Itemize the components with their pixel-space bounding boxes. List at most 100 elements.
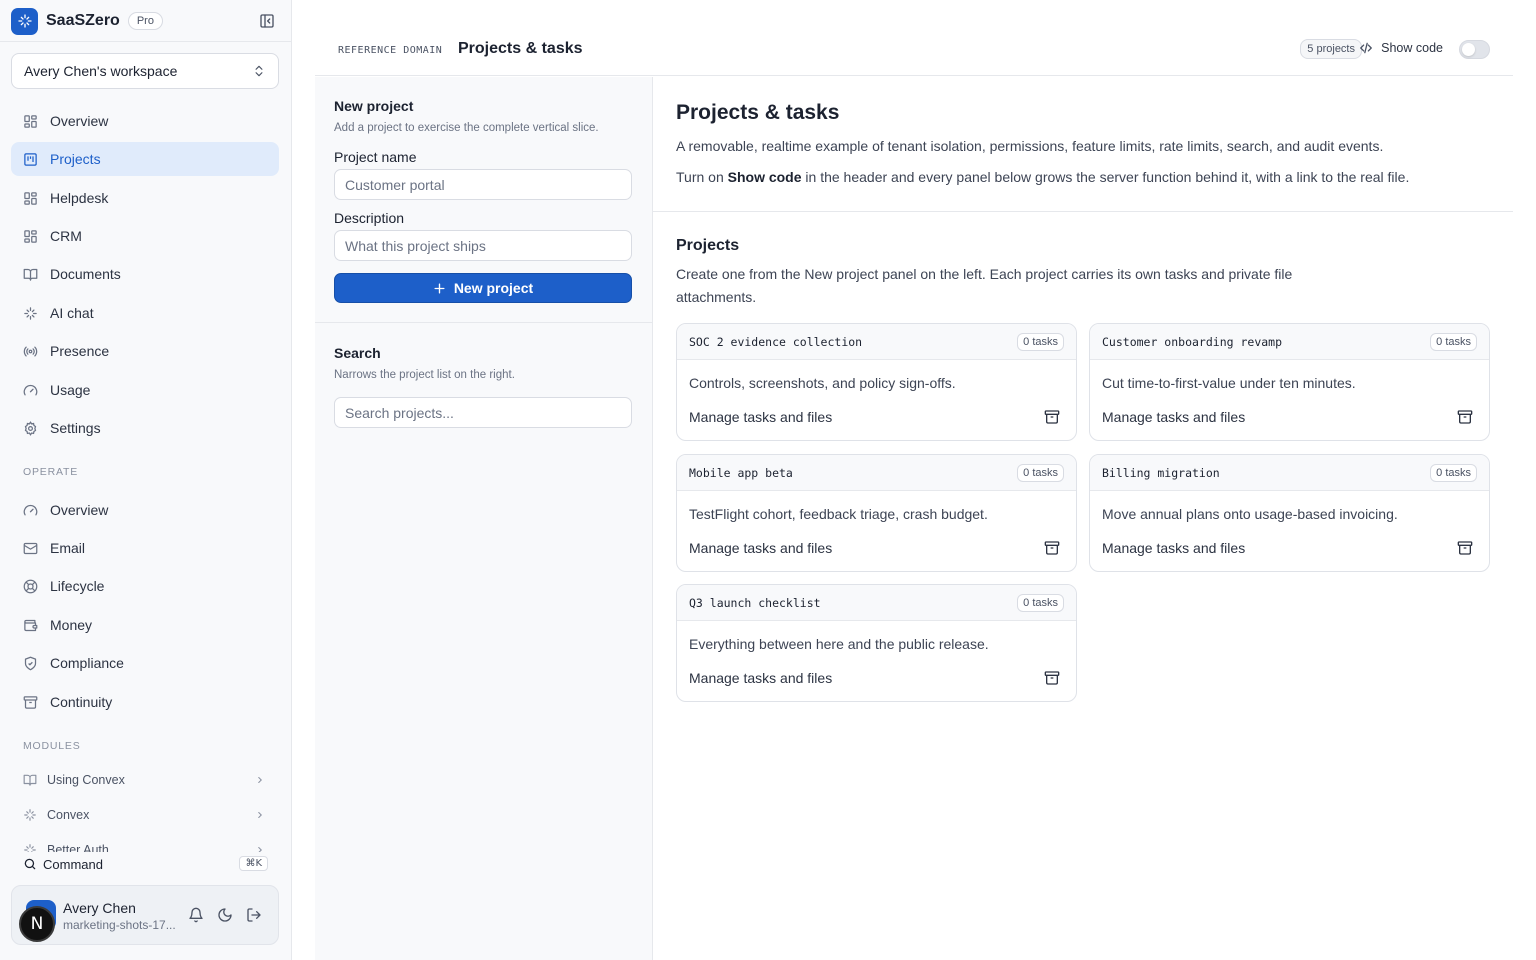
project-card: Mobile app beta 0 tasks TestFlight cohor…	[676, 454, 1077, 572]
project-name: Billing migration	[1102, 466, 1220, 480]
plus-icon	[433, 282, 446, 295]
chevron-right-icon	[255, 810, 265, 820]
main-content: Projects & tasks A removable, realtime e…	[653, 77, 1513, 960]
moon-icon[interactable]	[217, 907, 233, 923]
sidebar-item-usage[interactable]: Usage	[11, 373, 279, 407]
new-project-panel: New project Add a project to exercise th…	[315, 77, 653, 960]
module-item-using-convex[interactable]: Using Convex	[11, 765, 279, 795]
show-code-toggle[interactable]	[1459, 40, 1490, 59]
module-item-convex[interactable]: Convex	[11, 800, 279, 830]
sidebar-item-documents[interactable]: Documents	[11, 257, 279, 291]
sidebar-item-overview[interactable]: Overview	[11, 104, 279, 138]
sparkles-icon	[23, 808, 37, 822]
sidebar-item-money[interactable]: Money	[11, 608, 279, 642]
keyboard-shortcut: ⌘K	[239, 856, 268, 871]
chevron-right-icon	[255, 845, 265, 852]
section-label-operate: OPERATE	[23, 466, 78, 478]
project-name-label: Project name	[334, 149, 417, 165]
project-description: Controls, screenshots, and policy sign-o…	[689, 375, 956, 391]
modules-scroll-area[interactable]: Using Convex Convex Better Auth	[0, 760, 291, 852]
sidebar-item-label: Overview	[50, 113, 109, 129]
sidebar-item-projects[interactable]: Projects	[11, 142, 279, 176]
project-card-header: Billing migration 0 tasks	[1090, 455, 1489, 491]
search-subtitle: Narrows the project list on the right.	[334, 369, 515, 381]
brand[interactable]: SaaSZero Pro	[11, 7, 279, 35]
sparkles-icon	[23, 306, 38, 321]
sidebar-item-label: Presence	[50, 343, 110, 359]
command-label: Command	[43, 856, 103, 872]
project-name-input[interactable]	[334, 169, 632, 200]
radio-icon	[23, 344, 38, 359]
sidebar: SaaSZero Pro Avery Chen's workspace Over…	[0, 0, 292, 960]
task-count-badge: 0 tasks	[1017, 594, 1064, 612]
manage-tasks-link[interactable]: Manage tasks and files	[689, 409, 832, 425]
avatar[interactable]: N	[19, 906, 55, 942]
module-item-label: Using Convex	[47, 773, 125, 787]
project-card-header: Q3 launch checklist 0 tasks	[677, 585, 1076, 621]
sidebar-item-label: AI chat	[50, 305, 94, 321]
manage-tasks-link[interactable]: Manage tasks and files	[1102, 540, 1245, 556]
hint-prefix: Turn on	[676, 169, 728, 185]
workspace-label: Avery Chen's workspace	[24, 63, 178, 79]
sidebar-item-label: Overview	[50, 502, 109, 518]
workspace-switcher[interactable]: Avery Chen's workspace	[11, 53, 279, 89]
sidebar-item-ai-chat[interactable]: AI chat	[11, 296, 279, 330]
new-project-title: New project	[334, 98, 414, 114]
sidebar-item-label: Compliance	[50, 655, 124, 671]
sidebar-item-label: Documents	[50, 266, 121, 282]
divider	[315, 322, 652, 323]
archive-icon[interactable]	[1044, 670, 1060, 686]
task-count-badge: 0 tasks	[1017, 464, 1064, 482]
wallet-icon	[23, 618, 38, 633]
manage-tasks-link[interactable]: Manage tasks and files	[689, 670, 832, 686]
sidebar-item-lifecycle[interactable]: Lifecycle	[11, 569, 279, 603]
module-item-label: Better Auth	[47, 843, 109, 852]
sidebar-item-compliance[interactable]: Compliance	[11, 646, 279, 680]
sidebar-item-continuity[interactable]: Continuity	[11, 685, 279, 719]
project-count-badge: 5 projects	[1300, 39, 1362, 59]
main-description: A removable, realtime example of tenant …	[676, 138, 1384, 154]
manage-tasks-link[interactable]: Manage tasks and files	[689, 540, 832, 556]
sidebar-item-operate-overview[interactable]: Overview	[11, 493, 279, 527]
sidebar-item-presence[interactable]: Presence	[11, 334, 279, 368]
command-palette-button[interactable]: Command ⌘K	[11, 852, 279, 876]
sidebar-item-label: Continuity	[50, 694, 113, 710]
main-title: Projects & tasks	[676, 101, 840, 124]
user-actions	[188, 907, 262, 923]
sparkles-icon	[23, 843, 37, 852]
module-item-better-auth[interactable]: Better Auth	[11, 835, 279, 852]
task-count-badge: 0 tasks	[1017, 333, 1064, 351]
sidebar-item-email[interactable]: Email	[11, 531, 279, 565]
archive-icon	[23, 695, 38, 710]
sidebar-item-crm[interactable]: CRM	[11, 219, 279, 253]
project-card-header: Customer onboarding revamp 0 tasks	[1090, 324, 1489, 360]
show-code-label[interactable]: Show code	[1359, 41, 1443, 55]
description-input[interactable]	[334, 230, 632, 261]
archive-icon[interactable]	[1044, 409, 1060, 425]
new-project-subtitle: Add a project to exercise the complete v…	[334, 122, 599, 134]
logout-icon[interactable]	[246, 907, 262, 923]
project-description: Everything between here and the public r…	[689, 636, 989, 652]
book-icon	[23, 773, 37, 787]
search-title: Search	[334, 345, 381, 361]
archive-icon[interactable]	[1044, 540, 1060, 556]
archive-icon[interactable]	[1457, 409, 1473, 425]
new-project-button[interactable]: New project	[334, 273, 632, 303]
sidebar-item-label: Helpdesk	[50, 190, 109, 206]
hint-suffix: in the header and every panel below grow…	[801, 169, 1410, 185]
sidebar-item-helpdesk[interactable]: Helpdesk	[11, 181, 279, 215]
gauge-icon	[23, 383, 38, 398]
archive-icon[interactable]	[1457, 540, 1473, 556]
sidebar-item-label: Projects	[50, 151, 101, 167]
sidebar-item-label: Settings	[50, 420, 101, 436]
divider	[0, 41, 291, 42]
search-input[interactable]	[334, 397, 632, 428]
sidebar-collapse-icon[interactable]	[259, 13, 275, 29]
user-email: marketing-shots-17...	[63, 918, 176, 932]
book-icon	[23, 267, 38, 282]
grid-icon	[23, 114, 38, 129]
plan-badge: Pro	[127, 12, 163, 30]
sidebar-item-settings[interactable]: Settings	[11, 411, 279, 445]
manage-tasks-link[interactable]: Manage tasks and files	[1102, 409, 1245, 425]
bell-icon[interactable]	[188, 907, 204, 923]
